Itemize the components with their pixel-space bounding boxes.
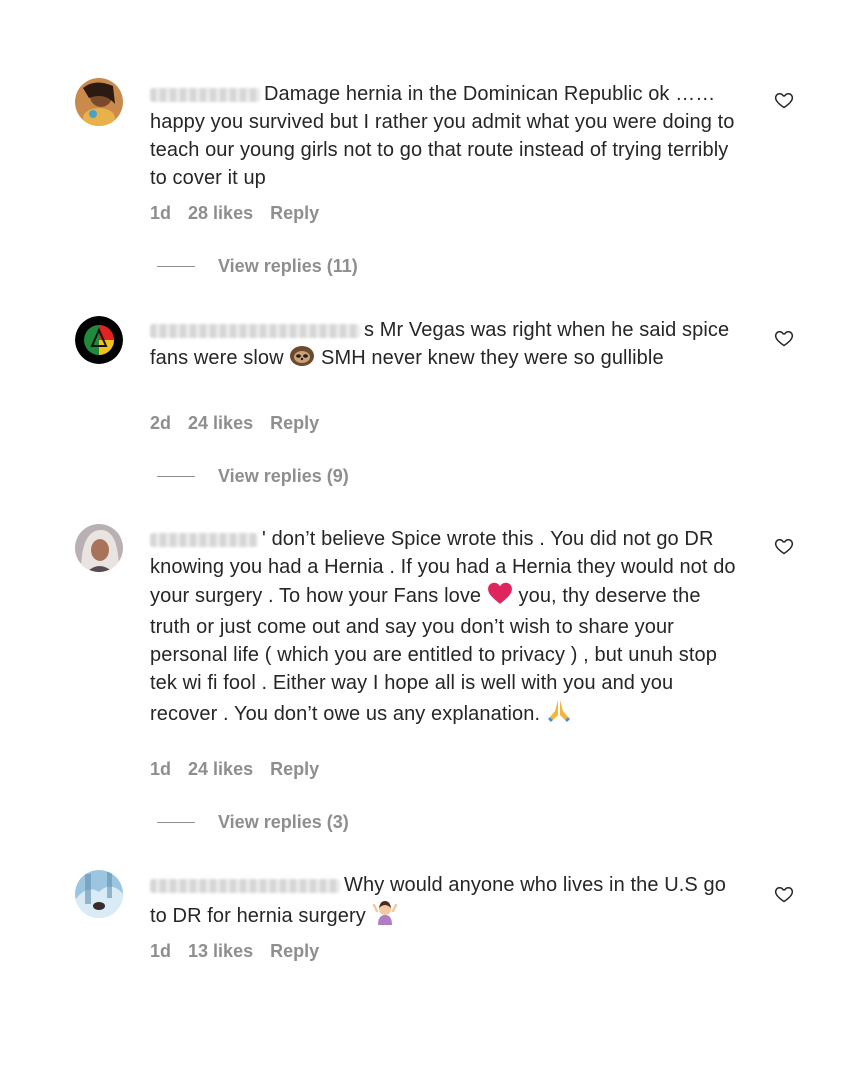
avatar[interactable] xyxy=(75,78,123,126)
view-replies-button[interactable]: View replies (11) xyxy=(157,256,358,277)
comment-meta: 1d 13 likes Reply xyxy=(150,941,331,962)
heart-outline-icon[interactable] xyxy=(774,884,794,904)
reply-button[interactable]: Reply xyxy=(270,941,319,961)
comment-text: s Mr Vegas was right when he said spice … xyxy=(150,316,740,375)
likes-count[interactable]: 24 likes xyxy=(188,413,253,433)
reply-button[interactable]: Reply xyxy=(270,413,319,433)
comment-meta: 1d 28 likes Reply xyxy=(150,203,331,224)
view-replies-button[interactable]: View replies (9) xyxy=(157,466,349,487)
divider xyxy=(157,266,195,267)
heart-outline-icon[interactable] xyxy=(774,328,794,348)
likes-count[interactable]: 28 likes xyxy=(188,203,253,223)
comment-meta: 1d 24 likes Reply xyxy=(150,759,331,780)
comment-time: 1d xyxy=(150,203,172,223)
heart-outline-icon[interactable] xyxy=(774,90,794,110)
avatar[interactable] xyxy=(75,316,123,364)
redacted-username[interactable] xyxy=(150,87,260,102)
comment-text: Why would anyone who lives in the U.S go… xyxy=(150,871,740,933)
sloth-emoji xyxy=(289,345,315,375)
heart-outline-icon[interactable] xyxy=(774,536,794,556)
comment-time: 2d xyxy=(150,413,172,433)
likes-count[interactable]: 13 likes xyxy=(188,941,253,961)
divider xyxy=(157,822,195,823)
red-heart-emoji xyxy=(487,581,513,613)
comment-text: Damage hernia in the Dominican Republic … xyxy=(150,83,735,189)
divider xyxy=(157,476,195,477)
comment-text: ' don’t believe Spice wrote this . You d… xyxy=(150,525,740,731)
comment-meta: 2d 24 likes Reply xyxy=(150,413,331,434)
likes-count[interactable]: 24 likes xyxy=(188,759,253,779)
avatar[interactable] xyxy=(75,870,123,918)
view-replies-button[interactable]: View replies (3) xyxy=(157,812,349,833)
reply-button[interactable]: Reply xyxy=(270,759,319,779)
redacted-username[interactable] xyxy=(150,878,340,893)
redacted-username[interactable] xyxy=(150,323,360,338)
comment-time: 1d xyxy=(150,941,172,961)
avatar[interactable] xyxy=(75,524,123,572)
praying-hands-emoji xyxy=(546,697,572,731)
redacted-username[interactable] xyxy=(150,532,258,547)
comment-time: 1d xyxy=(150,759,172,779)
woman-shrugging-emoji xyxy=(372,899,398,933)
reply-button[interactable]: Reply xyxy=(270,203,319,223)
